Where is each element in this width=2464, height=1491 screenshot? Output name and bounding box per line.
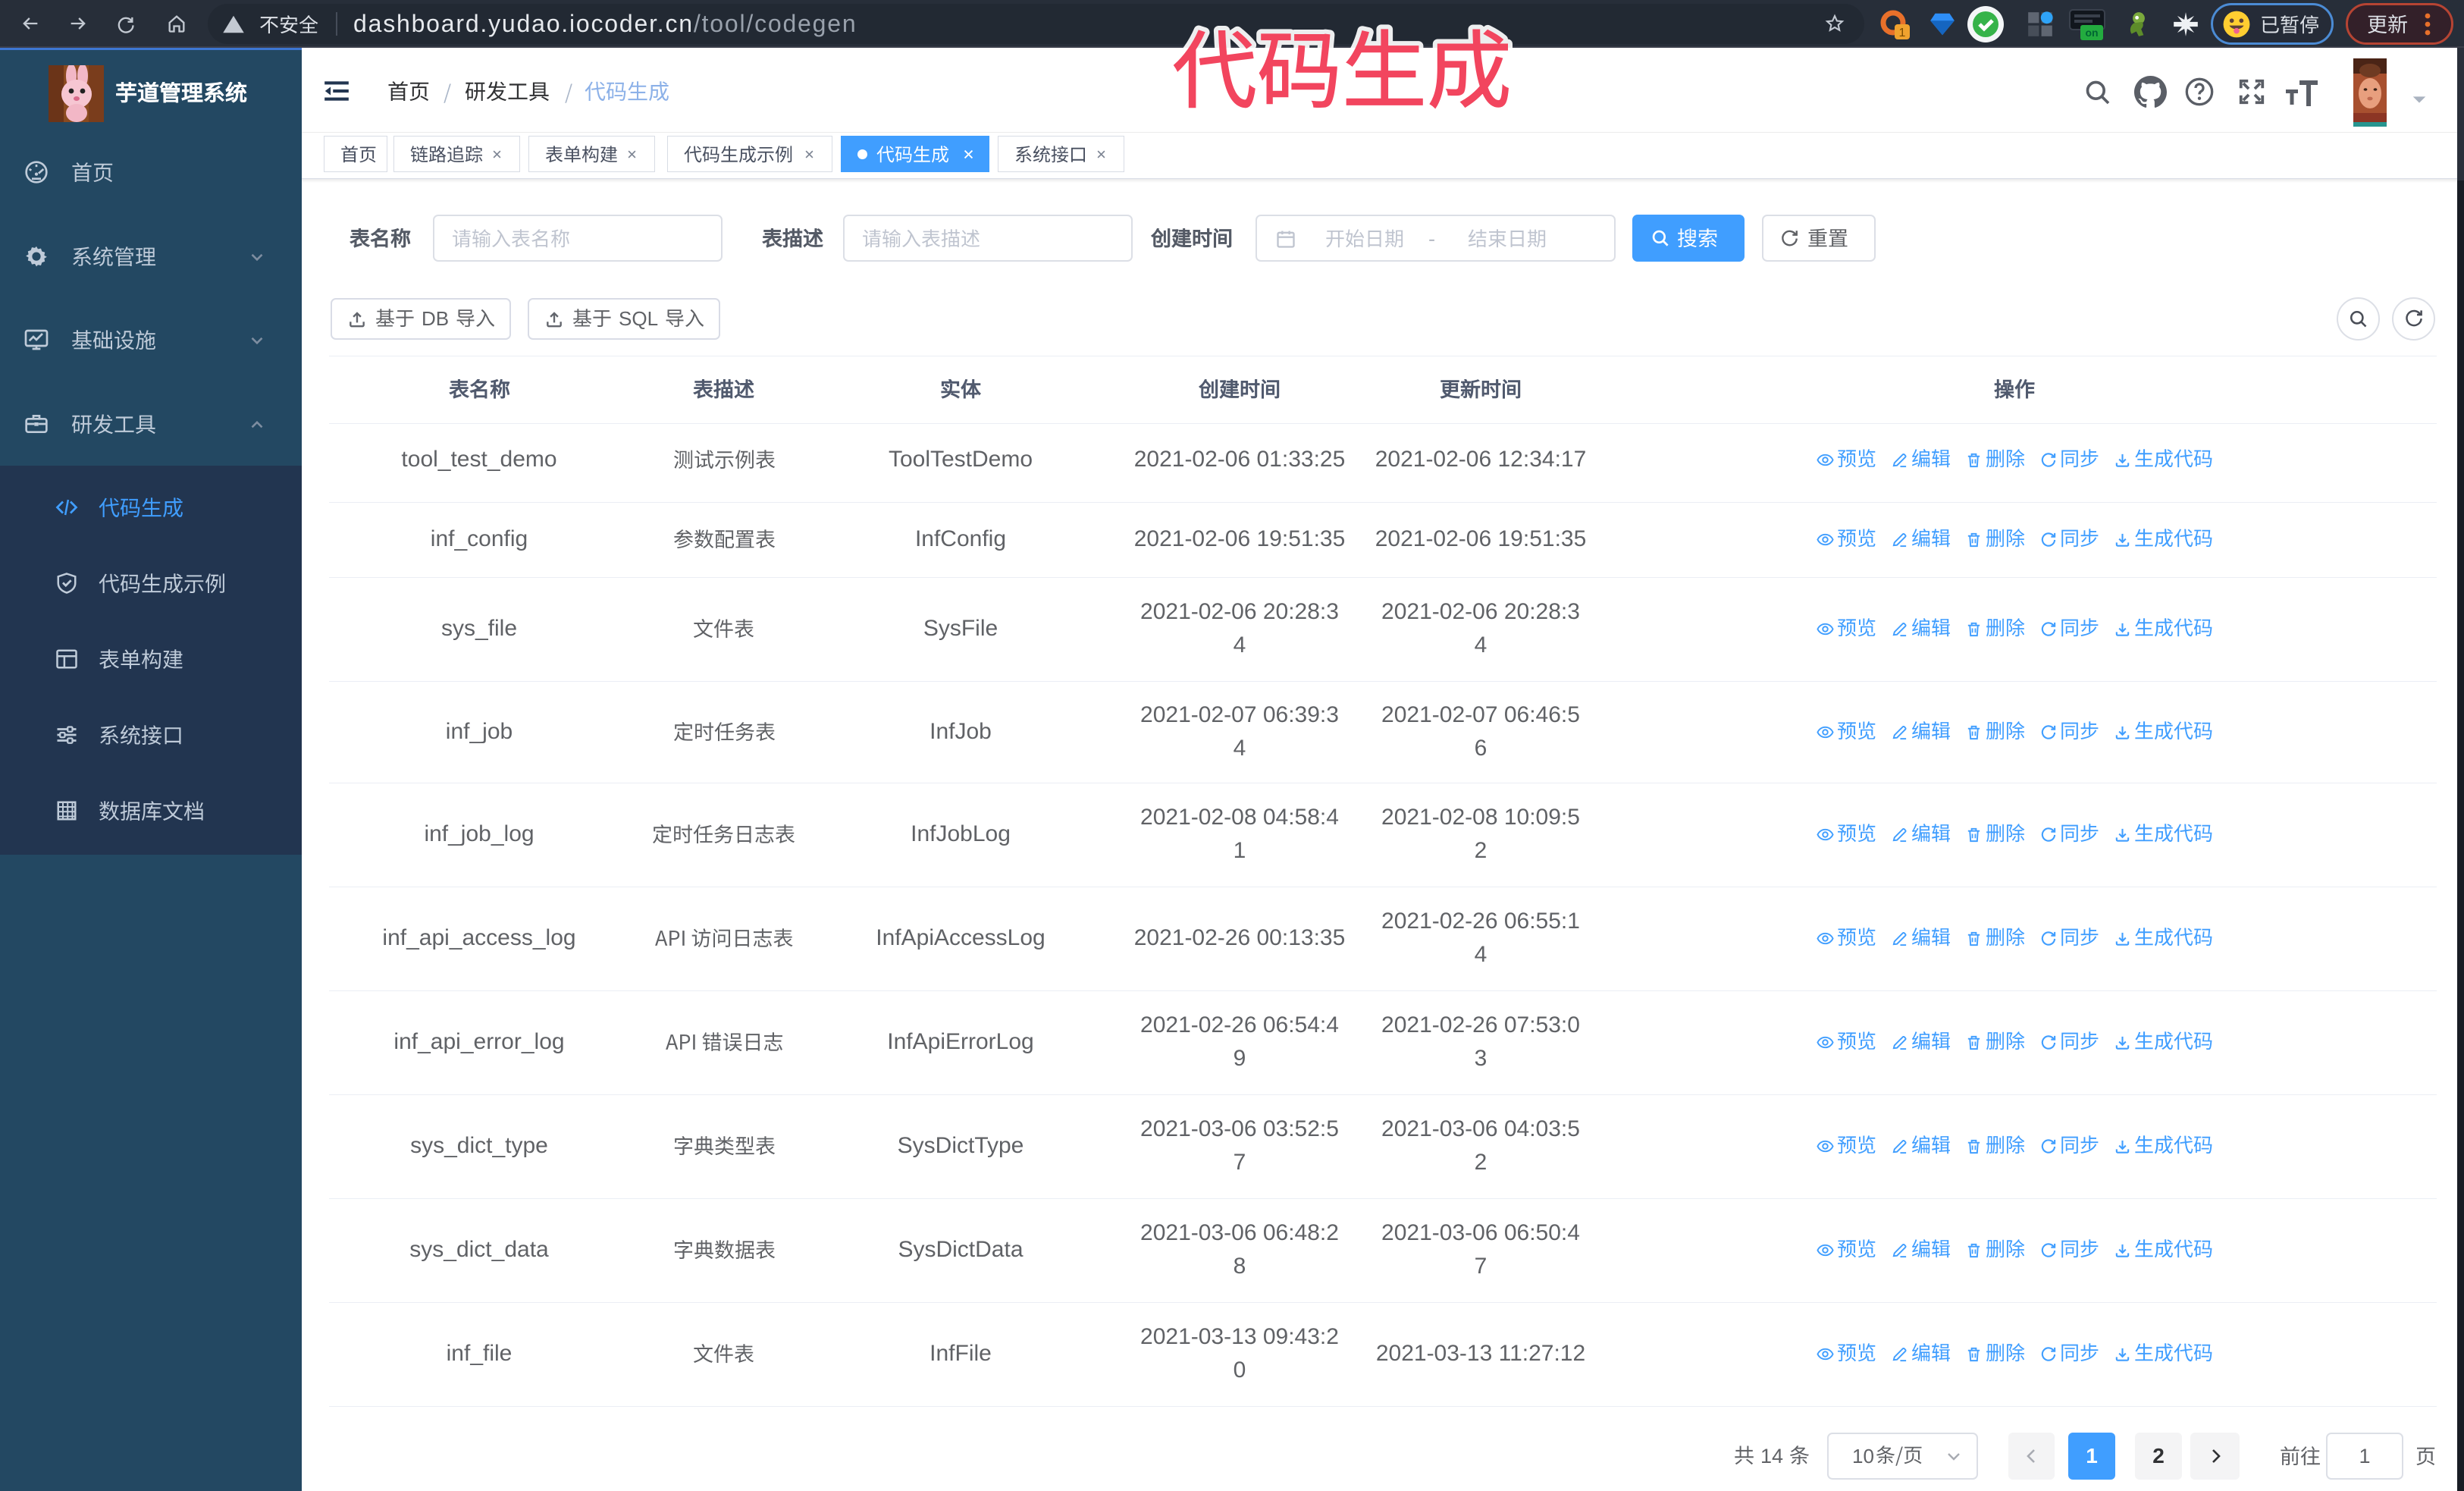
svg-text:on: on xyxy=(2085,27,2098,39)
svg-text:1: 1 xyxy=(1899,27,1906,39)
